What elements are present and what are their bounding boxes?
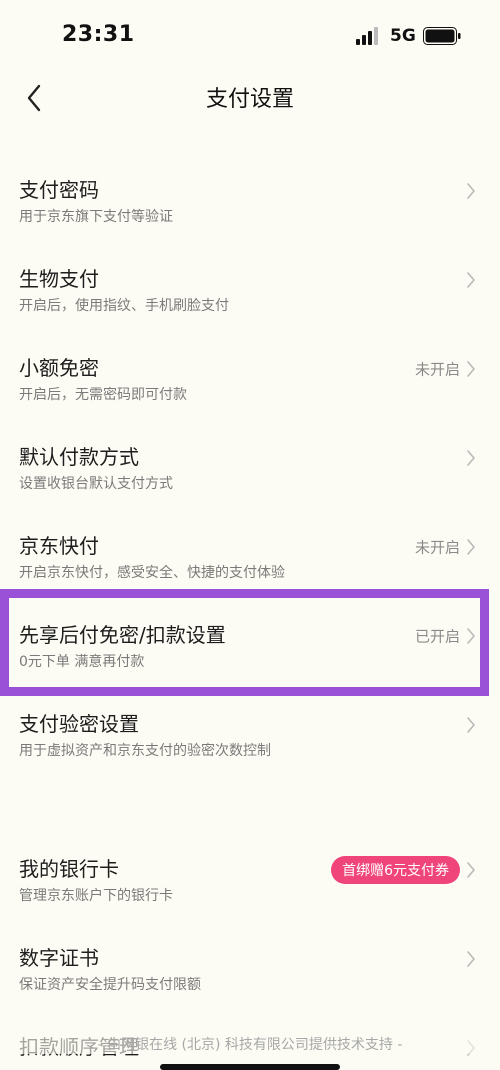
row-title: 数字证书 — [19, 946, 99, 970]
settings-row-pay-later[interactable]: 先享后付免密/扣款设置 0元下单 满意再付款 已开启 — [0, 590, 500, 679]
signal-icon — [356, 27, 378, 45]
chevron-right-icon — [467, 272, 475, 288]
settings-row-digital-certificate[interactable]: 数字证书 保证资产安全提升码支付限额 — [0, 913, 500, 1002]
row-title: 先享后付免密/扣款设置 — [19, 623, 226, 647]
page-title: 支付设置 — [205, 87, 294, 112]
row-subtitle: 0元下单 满意再付款 — [19, 654, 145, 670]
row-subtitle: 用于京东旗下支付等验证 — [19, 209, 173, 225]
settings-row-bank-cards[interactable]: 我的银行卡 管理京东账户下的银行卡 首绑赠6元支付券 — [0, 824, 500, 913]
row-title: 支付密码 — [19, 178, 99, 202]
row-subtitle: 开启后，使用指纹、手机刷脸支付 — [19, 298, 229, 314]
row-subtitle: 开启京东快付，感受安全、快捷的支付体验 — [19, 565, 285, 581]
settings-row-biometric-pay[interactable]: 生物支付 开启后，使用指纹、手机刷脸支付 — [0, 234, 500, 323]
settings-row-small-amount-free[interactable]: 小额免密 开启后，无需密码即可付款 未开启 — [0, 323, 500, 412]
settings-row-payment-verification[interactable]: 支付验密设置 用于虚拟资产和京东支付的验密次数控制 — [0, 679, 500, 768]
row-title: 小额免密 — [19, 356, 99, 380]
chevron-right-icon — [467, 539, 475, 555]
row-title: 生物支付 — [19, 267, 99, 291]
row-subtitle: 设置收银台默认支付方式 — [19, 476, 173, 492]
row-subtitle: 管理京东账户下的银行卡 — [19, 888, 173, 904]
settings-row-payment-password[interactable]: 支付密码 用于京东旗下支付等验证 — [0, 145, 500, 234]
network-label: 5G — [390, 26, 416, 46]
battery-icon — [423, 27, 461, 45]
group-divider — [0, 768, 500, 824]
chevron-right-icon — [467, 717, 475, 733]
row-title: 京东快付 — [19, 534, 99, 558]
chevron-right-icon — [467, 183, 475, 199]
row-title: 默认付款方式 — [19, 445, 139, 469]
row-status: 未开启 — [414, 538, 460, 557]
row-title: 我的银行卡 — [19, 857, 119, 881]
chevron-right-icon — [467, 628, 475, 644]
chevron-right-icon — [467, 450, 475, 466]
settings-row-default-payment[interactable]: 默认付款方式 设置收银台默认支付方式 — [0, 412, 500, 501]
payment-settings-screen: 23:31 5G 支付设置 支付密码 用于京东旗下支付等验证 生物支付 开启后，… — [0, 0, 500, 1070]
footer-text: - 由网银在线 (北京) 科技有限公司提供技术支持 - — [0, 1034, 500, 1054]
chevron-right-icon — [467, 361, 475, 377]
settings-list: 支付密码 用于京东旗下支付等验证 生物支付 开启后，使用指纹、手机刷脸支付 小额… — [0, 145, 500, 1070]
promo-badge[interactable]: 首绑赠6元支付券 — [331, 856, 460, 884]
status-bar: 23:31 5G — [0, 0, 500, 70]
row-subtitle: 保证资产安全提升码支付限额 — [19, 977, 201, 993]
row-subtitle: 开启后，无需密码即可付款 — [19, 387, 187, 403]
nav-bar: 支付设置 — [0, 70, 500, 126]
status-time: 23:31 — [62, 22, 135, 47]
row-subtitle: 用于虚拟资产和京东支付的验密次数控制 — [19, 743, 271, 759]
row-title: 支付验密设置 — [19, 712, 139, 736]
settings-row-jd-quickpay[interactable]: 京东快付 开启京东快付，感受安全、快捷的支付体验 未开启 — [0, 501, 500, 590]
home-indicator — [160, 1064, 340, 1070]
settings-group-primary: 支付密码 用于京东旗下支付等验证 生物支付 开启后，使用指纹、手机刷脸支付 小额… — [0, 145, 500, 768]
chevron-right-icon — [467, 951, 475, 967]
chevron-right-icon — [467, 862, 475, 878]
row-status: 已开启 — [414, 627, 460, 646]
row-status: 未开启 — [414, 360, 460, 379]
